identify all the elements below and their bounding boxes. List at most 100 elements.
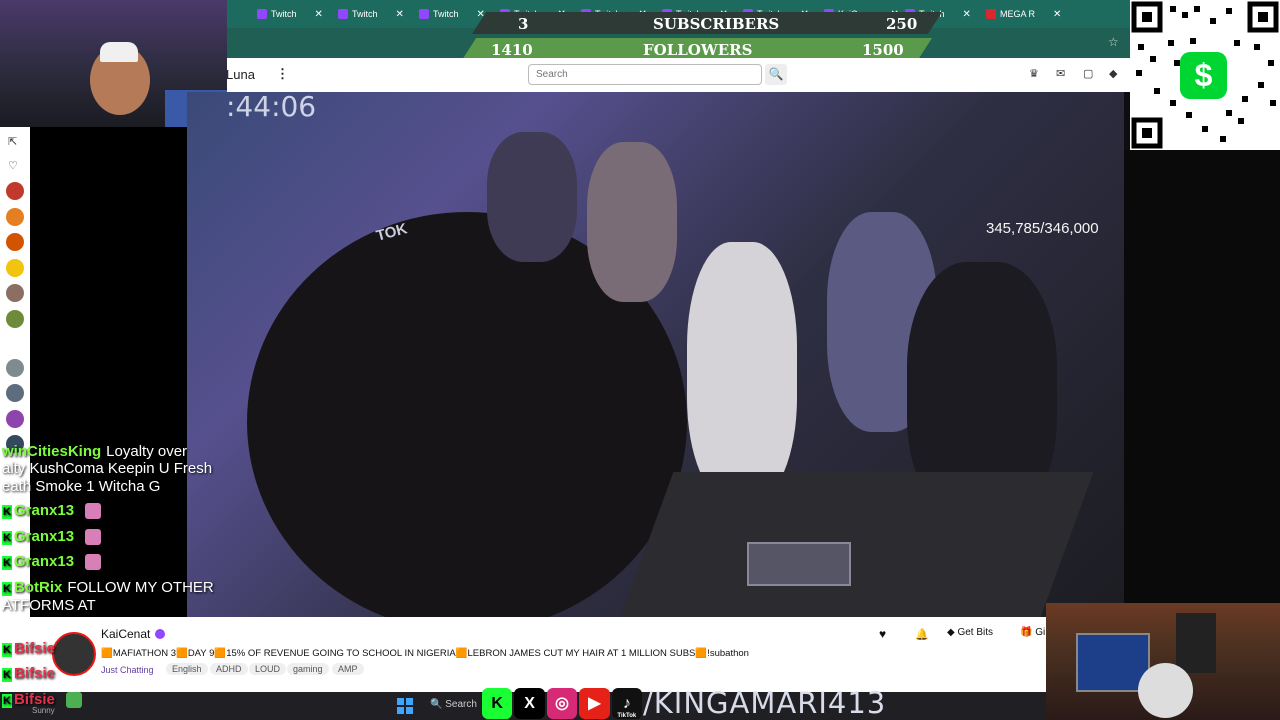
crown-icon[interactable]: ♛ [1029, 67, 1039, 80]
emote-icon [85, 529, 102, 546]
chat-message: K Bifsie [2, 665, 60, 682]
collapse-icon[interactable]: ⇱ [8, 135, 17, 148]
stream-tag[interactable]: ADHD [210, 663, 248, 675]
youtube-icon: ▶ [579, 687, 610, 719]
kick-badge-icon: K [2, 668, 12, 682]
room-webcam [1046, 603, 1280, 720]
kick-badge-icon: K [2, 582, 12, 596]
dj-screen [747, 542, 851, 586]
taskbar-search[interactable]: 🔍 Search [430, 699, 477, 710]
channel-avatar[interactable] [6, 259, 24, 277]
notification-bell-icon[interactable]: 🔔 [915, 628, 929, 641]
close-tab-icon[interactable]: ✕ [1053, 9, 1061, 20]
chat-username: Granx13 [14, 502, 75, 519]
close-tab-icon[interactable]: ✕ [315, 9, 323, 20]
chat-username: BotRix [14, 579, 63, 596]
taskbar-search-label: Search [445, 699, 477, 710]
channel-avatar[interactable] [6, 284, 24, 302]
tiktok-label: TikTok [617, 712, 637, 719]
tiktok-icon: ♪ TikTok [611, 687, 643, 719]
kick-badge-icon: K [2, 505, 12, 519]
follow-heart-icon[interactable]: ♥ [879, 627, 886, 641]
followers-label: FOLLOWERS [643, 41, 753, 59]
search-button[interactable]: 🔍 [765, 64, 787, 85]
crowd-person [587, 142, 677, 302]
subs-current: 3 [518, 15, 529, 33]
browser-tab[interactable]: MEGA R ✕ [986, 0, 1061, 28]
goal-counter: 345,785/346,000 [986, 220, 1099, 237]
streamer-cap [100, 42, 138, 62]
channel-avatar[interactable] [6, 384, 24, 402]
dj-controller [620, 472, 1094, 617]
get-bits-label: Get Bits [957, 627, 994, 638]
chat-message: K Granx13 [2, 528, 102, 546]
chat-text: alty KushComa Keepin U Fresh [2, 460, 213, 477]
stream-tag[interactable]: AMP [332, 663, 364, 675]
chat-message: K BotRix FOLLOW MY OTHER [2, 579, 214, 596]
browser-tab[interactable]: Twitch✕ [257, 0, 323, 28]
heart-icon[interactable]: ♡ [8, 159, 18, 172]
sunny-label: Sunny [32, 706, 55, 715]
channel-avatar[interactable] [6, 208, 24, 226]
bookmark-star-icon[interactable]: ☆ [1108, 35, 1119, 49]
chat-message: alty KushComa Keepin U Fresh [2, 460, 212, 477]
chat-message: ATFORMS AT [2, 597, 96, 614]
browser-tab[interactable]: Twitch✕ [338, 0, 404, 28]
emote-icon [85, 503, 102, 520]
stream-tag[interactable]: gaming [287, 663, 329, 675]
chat-message: winCitiesKing Loyalty over [2, 443, 187, 460]
channel-name[interactable]: KaiCenat [101, 627, 150, 641]
stream-tag[interactable]: English [166, 663, 208, 675]
stream-timer: :44:06 [226, 90, 317, 123]
kick-badge-icon: K [2, 531, 12, 545]
close-tab-icon[interactable]: ✕ [396, 9, 404, 20]
chat-username: Bifsie [14, 640, 55, 657]
cashapp-logo-icon: $ [1180, 52, 1227, 99]
twitch-tab-icon [338, 9, 348, 19]
chat-text: FOLLOW MY OTHER [67, 579, 214, 596]
followers-goal: 1500 [862, 41, 904, 59]
chat-message: K Granx13 [2, 553, 102, 571]
stream-tag[interactable]: LOUD [249, 663, 287, 675]
inbox-icon[interactable]: ✉ [1056, 67, 1065, 80]
chat-message: eath Smoke 1 Witcha G [2, 478, 160, 495]
channel-avatar[interactable] [6, 359, 24, 377]
channel-avatar[interactable] [6, 310, 24, 328]
close-tab-icon[interactable]: ✕ [963, 9, 971, 20]
verified-badge-icon [155, 629, 165, 639]
chat-username: Granx13 [14, 528, 75, 545]
chat-text: ATFORMS AT [2, 597, 96, 614]
browser-tab[interactable]: Twitch✕ [419, 0, 485, 28]
crowd-person [487, 132, 577, 262]
kick-badge-icon: K [2, 643, 12, 657]
chat-username: winCitiesKing [2, 443, 102, 460]
subs-label: SUBSCRIBERS [653, 15, 780, 33]
chat-overlay: winCitiesKing Loyalty over alty KushComa … [0, 440, 260, 640]
channel-avatar[interactable] [6, 410, 24, 428]
gift-label: Gi [1035, 627, 1046, 638]
gift-sub-button[interactable]: 🎁 Gi [1020, 627, 1045, 638]
channel-avatar[interactable] [6, 182, 24, 200]
more-menu-icon[interactable]: ⋮ [276, 66, 289, 82]
search-icon: 🔍 [768, 67, 784, 81]
search-input[interactable] [528, 64, 762, 85]
person-figure [1138, 663, 1193, 718]
channel-avatar[interactable] [6, 233, 24, 251]
bits-icon[interactable]: ◆ [1109, 67, 1117, 80]
whispers-icon[interactable]: ▢ [1083, 67, 1093, 80]
category-link[interactable]: Just Chatting [101, 665, 154, 675]
social-handle: /KINGAMARI413 [643, 686, 887, 720]
chat-message: K Granx13 [2, 502, 102, 520]
luna-link[interactable]: Luna [226, 67, 255, 82]
pepe-emote-icon [65, 692, 82, 709]
stream-video[interactable] [187, 92, 1124, 617]
kick-badge-icon: K [2, 694, 12, 708]
x-icon: X [514, 687, 545, 719]
crowd-person [687, 242, 797, 502]
chat-username: Granx13 [14, 553, 75, 570]
get-bits-button[interactable]: ◆ Get Bits [947, 627, 993, 638]
social-icons: K X ◎ ▶ ♪ TikTok [482, 686, 643, 720]
kick-icon: K [482, 687, 513, 719]
tiktok-glyph: ♪ [622, 694, 631, 712]
windows-start-icon[interactable] [397, 698, 413, 714]
